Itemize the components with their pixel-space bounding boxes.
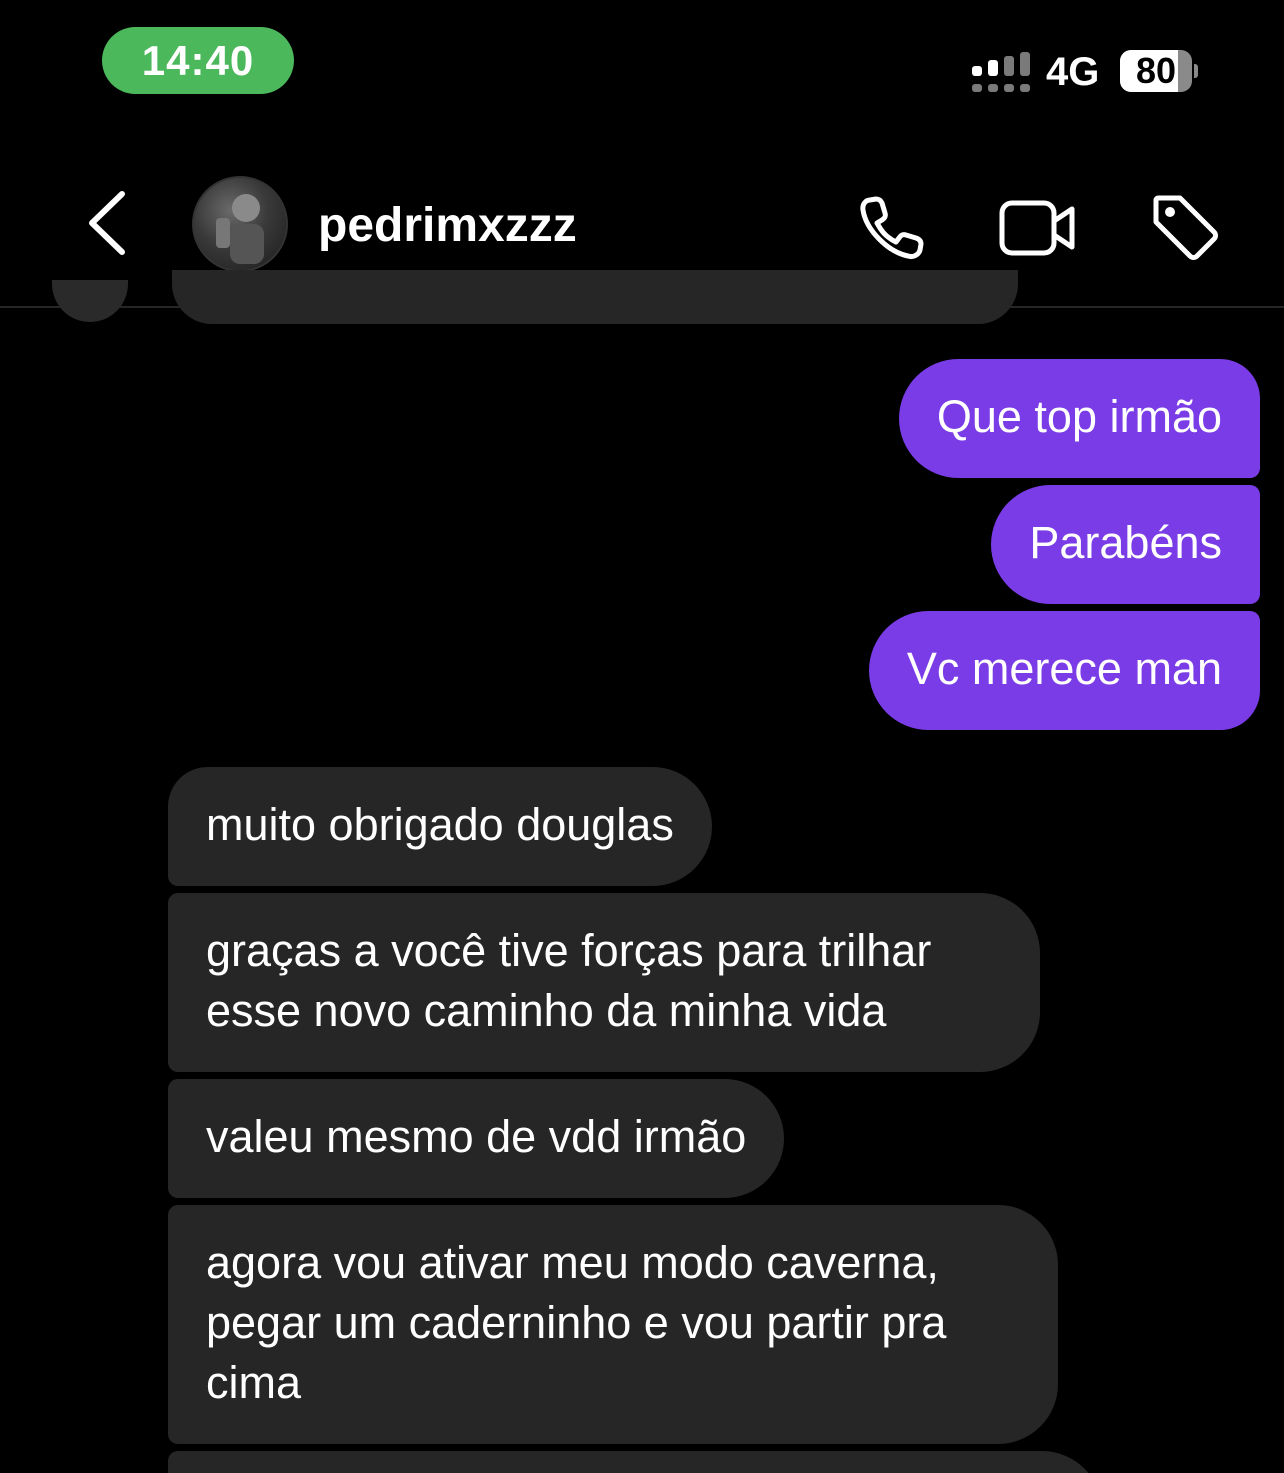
battery-level: 80 bbox=[1135, 50, 1177, 91]
status-bar: 14:40 4G 80 bbox=[0, 0, 1284, 130]
sent-message-bubble[interactable]: Vc merece man bbox=[868, 611, 1260, 730]
received-message-bubble[interactable]: agora vou ativar meu modo caverna, pegar… bbox=[168, 1205, 1058, 1444]
received-message-bubble[interactable]: muito obrigado douglas bbox=[168, 767, 712, 886]
video-call-icon[interactable] bbox=[998, 188, 1078, 268]
back-icon[interactable] bbox=[78, 188, 138, 258]
sender-avatar bbox=[52, 280, 128, 322]
received-message-bubble[interactable]: graças a você tive forças para trilhar e… bbox=[168, 893, 1040, 1072]
received-message-bubble[interactable] bbox=[168, 1451, 1102, 1473]
sent-message-bubble[interactable]: Parabéns bbox=[991, 485, 1260, 604]
tag-icon[interactable] bbox=[1146, 188, 1226, 268]
status-time: 14:40 bbox=[102, 27, 294, 94]
avatar[interactable] bbox=[192, 176, 288, 272]
signal-strength-icon bbox=[972, 52, 1030, 92]
received-message-bubble[interactable] bbox=[172, 270, 1018, 324]
sent-message-bubble[interactable]: Que top irmão bbox=[898, 359, 1260, 478]
chat-screen: 14:40 4G 80 pedrimxzzz Que top irmão Par… bbox=[0, 0, 1284, 1473]
call-icon[interactable] bbox=[852, 188, 932, 268]
network-type: 4G bbox=[1046, 50, 1100, 94]
received-message-bubble[interactable]: valeu mesmo de vdd irmão bbox=[168, 1079, 785, 1198]
battery-icon: 80 bbox=[1120, 50, 1198, 92]
chat-username[interactable]: pedrimxzzz bbox=[318, 198, 577, 254]
